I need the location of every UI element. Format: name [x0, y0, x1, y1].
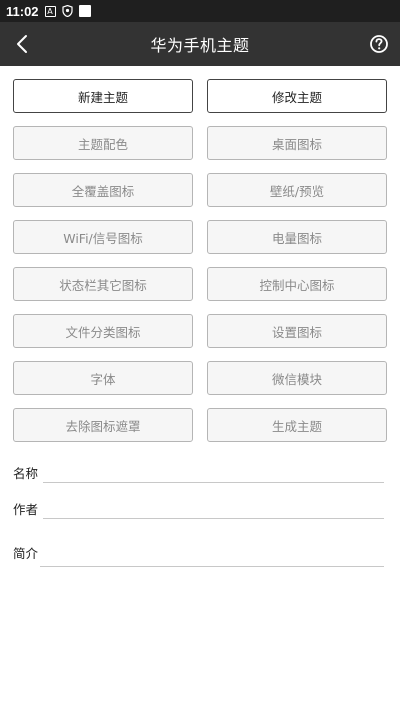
- author-field: 作者: [13, 491, 385, 519]
- control-center-icon-button[interactable]: 控制中心图标: [207, 267, 387, 301]
- file-category-icon-button[interactable]: 文件分类图标: [13, 314, 193, 348]
- app-bar: 华为手机主题: [0, 22, 400, 66]
- wechat-module-button[interactable]: 微信模块: [207, 361, 387, 395]
- wifi-signal-icon-button[interactable]: WiFi/信号图标: [13, 220, 193, 254]
- status-time: 11:02: [6, 3, 39, 19]
- chevron-left-icon: [17, 35, 27, 53]
- full-cover-icon-button[interactable]: 全覆盖图标: [13, 173, 193, 207]
- statusbar-other-icon-button[interactable]: 状态栏其它图标: [13, 267, 193, 301]
- notification-a-icon: A: [44, 5, 56, 17]
- name-label: 名称: [13, 466, 39, 481]
- page-title: 华为手机主题: [150, 36, 250, 55]
- theme-color-button[interactable]: 主题配色: [13, 126, 193, 160]
- font-button[interactable]: 字体: [13, 361, 193, 395]
- author-input[interactable]: [43, 495, 384, 519]
- settings-icon-button[interactable]: 设置图标: [207, 314, 387, 348]
- author-label: 作者: [13, 502, 39, 517]
- help-button[interactable]: [368, 33, 390, 55]
- intro-input[interactable]: [40, 543, 384, 567]
- intro-field: 简介: [13, 535, 385, 569]
- shield-icon: [61, 5, 73, 17]
- desktop-icon-button[interactable]: 桌面图标: [207, 126, 387, 160]
- new-theme-button[interactable]: 新建主题: [13, 79, 193, 113]
- edit-theme-button[interactable]: 修改主题: [207, 79, 387, 113]
- square-icon: [78, 5, 91, 17]
- back-button[interactable]: [10, 32, 34, 56]
- help-circle-icon: [370, 35, 388, 53]
- wallpaper-preview-button[interactable]: 壁纸/预览: [207, 173, 387, 207]
- status-bar: 11:02 A: [0, 0, 400, 22]
- name-input[interactable]: [43, 459, 384, 483]
- action-button-grid: 新建主题 修改主题 主题配色 桌面图标 全覆盖图标 壁纸/预览 WiFi/信号图…: [13, 79, 387, 442]
- generate-theme-button[interactable]: 生成主题: [207, 408, 387, 442]
- name-field: 名称: [13, 455, 385, 483]
- remove-icon-mask-button[interactable]: 去除图标遮罩: [13, 408, 193, 442]
- battery-icon-button[interactable]: 电量图标: [207, 220, 387, 254]
- intro-label: 简介: [13, 546, 39, 561]
